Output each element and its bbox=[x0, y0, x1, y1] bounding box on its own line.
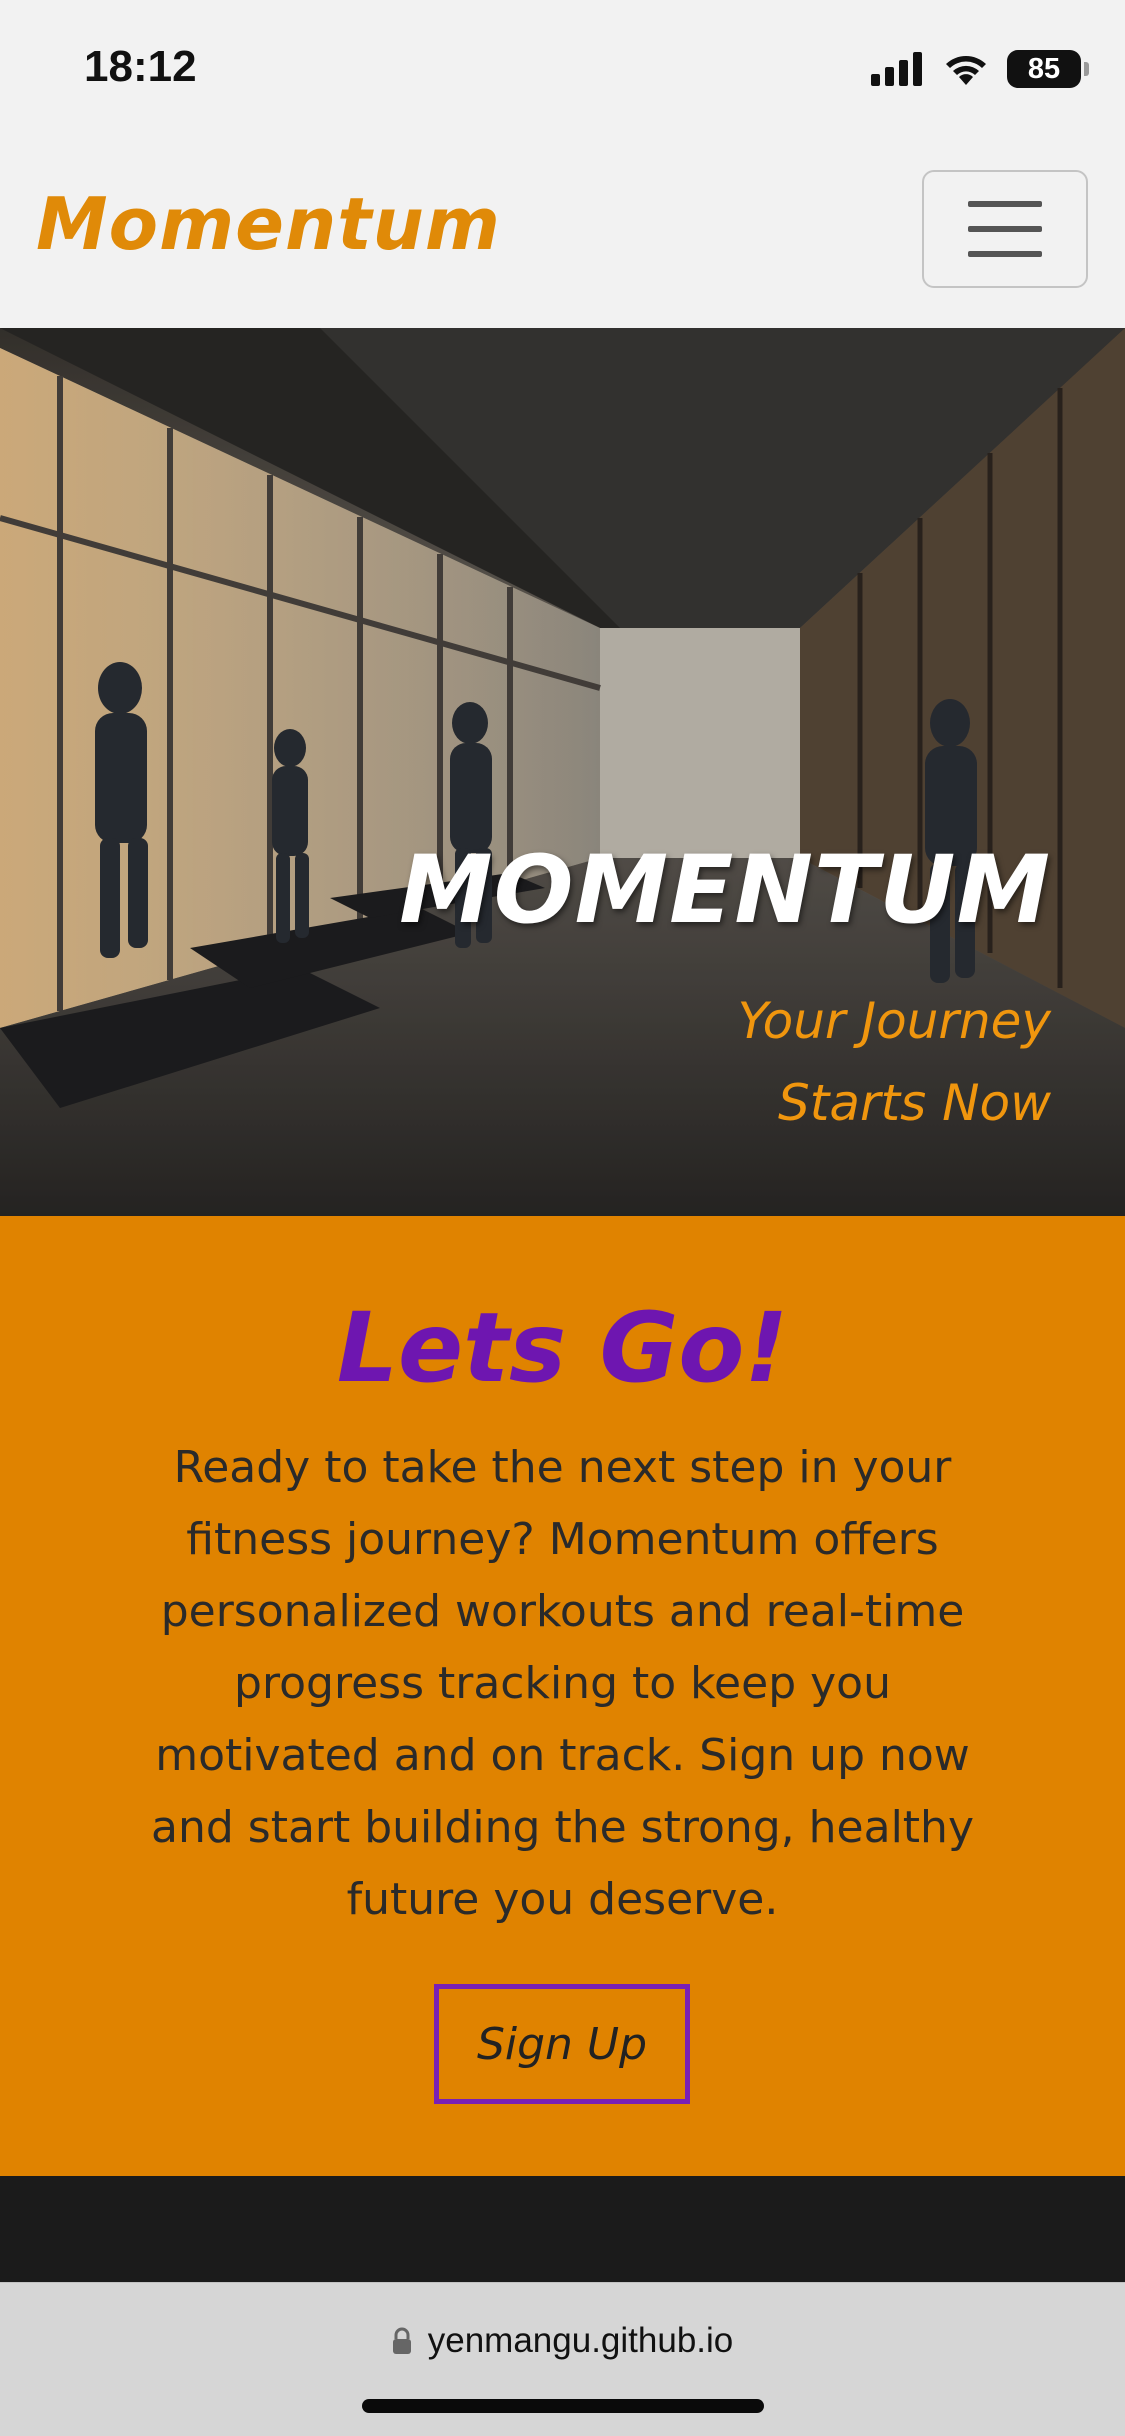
hero-title: MOMENTUM bbox=[399, 836, 1051, 945]
status-time: 18:12 bbox=[84, 42, 197, 91]
browser-address-bar[interactable]: yenmangu.github.io bbox=[0, 2282, 1125, 2436]
lock-icon bbox=[392, 2327, 411, 2354]
battery-level: 85 bbox=[1027, 52, 1061, 85]
hero-section: MOMENTUM Your Journey Starts Now bbox=[0, 328, 1125, 1216]
brand-logo-link[interactable]: Momentum bbox=[36, 182, 501, 266]
sign-up-button[interactable]: Sign Up bbox=[434, 1984, 690, 2104]
cta-section: Lets Go! Ready to take the next step in … bbox=[0, 1216, 1125, 2176]
home-indicator[interactable] bbox=[362, 2399, 764, 2413]
battery-icon: 85 bbox=[1007, 50, 1089, 88]
hamburger-menu-icon bbox=[968, 251, 1042, 257]
wifi-icon bbox=[946, 56, 986, 85]
hamburger-menu-icon bbox=[968, 201, 1042, 207]
hamburger-menu-icon bbox=[968, 226, 1042, 232]
address-display[interactable]: yenmangu.github.io bbox=[0, 2321, 1125, 2361]
cellular-signal-icon bbox=[871, 52, 922, 86]
status-bar: 18:12 85 bbox=[0, 0, 1125, 140]
menu-toggle-button[interactable] bbox=[922, 170, 1088, 288]
hero-subtitle: Your Journey Starts Now bbox=[737, 992, 1051, 1132]
cta-description: Ready to take the next step in your fitn… bbox=[151, 1442, 974, 1925]
footer bbox=[0, 2176, 1125, 2282]
cta-heading: Lets Go! bbox=[336, 1292, 789, 1404]
url-text: yenmangu.github.io bbox=[427, 2321, 734, 2360]
status-icons: 85 bbox=[871, 44, 1089, 94]
navbar: Momentum bbox=[0, 140, 1125, 328]
